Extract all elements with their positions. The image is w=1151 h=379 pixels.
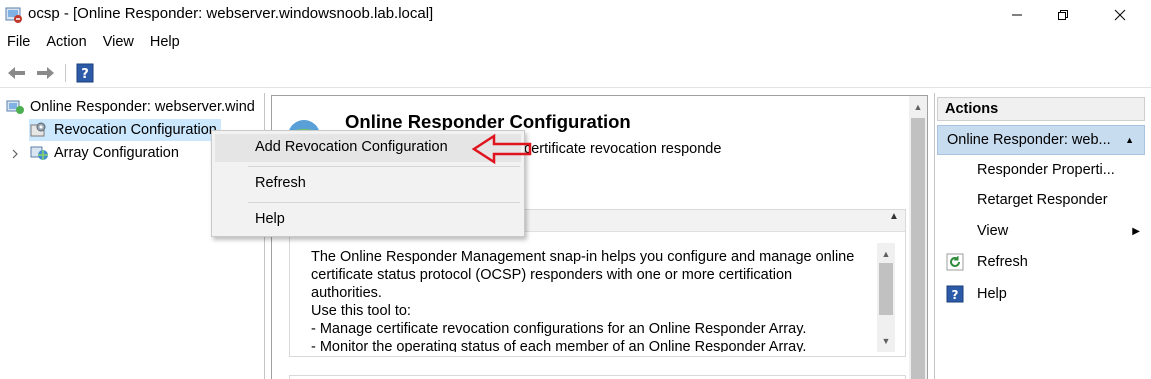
toolbar: ?: [0, 58, 1151, 88]
scroll-up-icon[interactable]: ▲: [909, 98, 927, 116]
action-refresh[interactable]: Refresh: [941, 250, 1143, 274]
help-icon: ?: [946, 285, 964, 303]
minimize-icon: [1012, 14, 1022, 16]
tree-item-root[interactable]: Online Responder: webserver.wind: [5, 96, 255, 118]
action-label: Help: [977, 286, 1007, 302]
help-button[interactable]: ?: [74, 62, 96, 84]
minimize-button[interactable]: [994, 0, 1040, 30]
action-label: View: [977, 223, 1009, 239]
menu-file[interactable]: File: [0, 31, 37, 55]
actions-group-online-responder[interactable]: Online Responder: web... ▲: [937, 125, 1145, 155]
menu-bar: File Action View Help: [0, 31, 189, 55]
help-icon: ?: [76, 63, 94, 83]
annotation-arrow-icon: [472, 133, 532, 165]
description-line: certificate status protocol (OCSP) respo…: [311, 267, 793, 283]
secondary-section: [289, 375, 906, 379]
action-label: Refresh: [977, 254, 1028, 270]
actions-group-label: Online Responder: web...: [947, 132, 1111, 148]
forward-arrow-icon: [37, 67, 54, 79]
close-button[interactable]: [1097, 0, 1143, 30]
refresh-icon: [946, 253, 964, 271]
tree-item-revocation-configuration[interactable]: Revocation Configuration: [29, 119, 221, 141]
menu-action[interactable]: Action: [39, 31, 93, 55]
collapse-caret-icon[interactable]: ▲: [1125, 135, 1134, 145]
menu-view[interactable]: View: [96, 31, 141, 55]
tree-item-label: Revocation Configuration: [54, 122, 217, 138]
online-responder-icon: [6, 100, 24, 114]
description-line: Use this tool to:: [311, 303, 411, 319]
context-menu-refresh[interactable]: Refresh: [215, 170, 521, 198]
description-scrollbar[interactable]: ▲ ▼: [877, 243, 895, 352]
title-bar: ocsp - [Online Responder: webserver.wind…: [0, 0, 1151, 30]
scroll-down-icon[interactable]: ▼: [877, 332, 895, 350]
description-line: The Online Responder Management snap-in …: [311, 249, 855, 265]
mmc-app-icon: [5, 7, 22, 23]
window-title: ocsp - [Online Responder: webserver.wind…: [28, 5, 434, 22]
tree-root-label: Online Responder: webserver.wind: [30, 99, 255, 115]
back-button[interactable]: [6, 62, 28, 84]
description-line: - Manage certificate revocation configur…: [311, 321, 807, 337]
back-arrow-icon: [8, 67, 25, 79]
action-label: Retarget Responder: [977, 192, 1108, 208]
tree-item-array-configuration[interactable]: Array Configuration: [29, 142, 179, 164]
svg-text:?: ?: [952, 288, 959, 302]
description-line: - Monitor the operating status of each m…: [311, 339, 807, 352]
submenu-arrow-icon: ▶: [1132, 225, 1140, 237]
restore-icon: [1058, 10, 1068, 20]
scrollbar-thumb[interactable]: [911, 118, 925, 379]
scrollbar-thumb[interactable]: [879, 263, 893, 315]
revocation-config-icon: [30, 122, 46, 137]
action-view[interactable]: View ▶: [941, 219, 1143, 243]
action-help[interactable]: ? Help: [941, 282, 1143, 306]
forward-button[interactable]: [34, 62, 56, 84]
scroll-up-icon[interactable]: ▲: [877, 245, 895, 263]
maximize-button[interactable]: [1040, 0, 1086, 30]
chevron-right-icon[interactable]: [10, 149, 20, 159]
action-retarget-responder[interactable]: Retarget Responder: [941, 188, 1143, 212]
menu-separator: [248, 166, 520, 167]
collapse-caret-icon[interactable]: ▲: [889, 211, 899, 222]
close-icon: [1114, 9, 1126, 21]
array-config-icon: [30, 146, 48, 160]
center-scrollbar[interactable]: ▲: [909, 96, 927, 379]
menu-help[interactable]: Help: [143, 31, 187, 55]
description-line: authorities.: [311, 285, 382, 301]
actions-header: Actions: [937, 97, 1145, 121]
action-responder-properties[interactable]: Responder Properti...: [941, 158, 1143, 182]
description-text: The Online Responder Management snap-in …: [311, 248, 877, 352]
svg-text:?: ?: [81, 67, 89, 82]
action-label: Responder Properti...: [977, 162, 1115, 178]
toolbar-separator: [65, 64, 66, 82]
menu-separator: [248, 202, 520, 203]
context-menu-help[interactable]: Help: [215, 206, 521, 234]
tree-item-label: Array Configuration: [54, 145, 179, 161]
